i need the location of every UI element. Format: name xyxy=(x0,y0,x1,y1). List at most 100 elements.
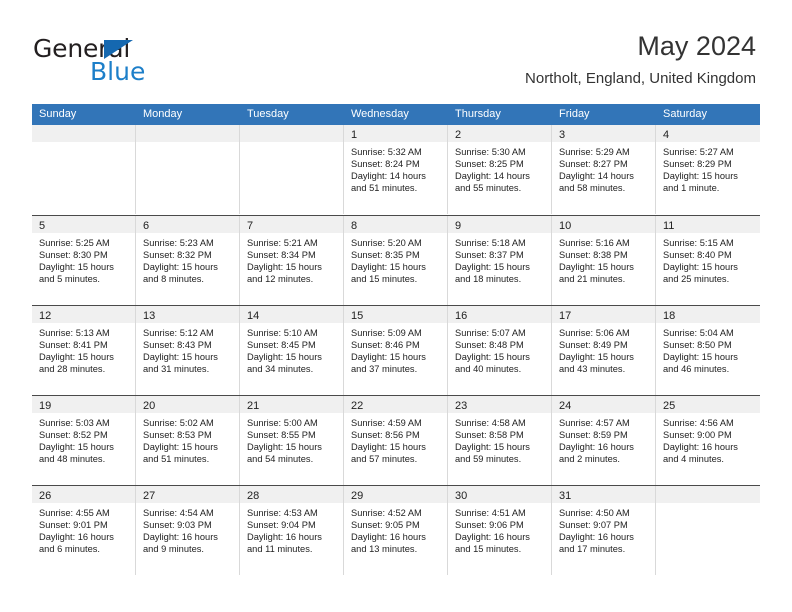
day-details: Sunrise: 5:25 AM Sunset: 8:30 PM Daylight:… xyxy=(32,233,135,285)
day-number: 7 xyxy=(247,220,254,232)
calendar-day-cell[interactable]: 17 Sunrise: 5:06 AM Sunset: 8:49 PM Dayligh… xyxy=(552,306,656,395)
calendar-day-cell[interactable]: 1 Sunrise: 5:32 AM Sunset: 8:24 PM Daylight… xyxy=(344,125,448,214)
calendar-day-cell[interactable]: 18 Sunrise: 5:04 AM Sunset: 8:50 PM Dayligh… xyxy=(656,306,760,395)
day-details: Sunrise: 5:15 AM Sunset: 8:40 PM Daylight:… xyxy=(656,233,760,285)
day-number: 1 xyxy=(351,129,358,141)
calendar-day-cell[interactable]: 12 Sunrise: 5:13 AM Sunset: 8:41 PM Dayligh… xyxy=(32,306,136,395)
calendar-day-cell[interactable]: 5 Sunrise: 5:25 AM Sunset: 8:30 PM Daylight… xyxy=(32,216,136,305)
calendar-page: General Blue May 2024 Northolt, England,… xyxy=(0,0,792,612)
day-number-bar: 12 xyxy=(32,306,135,323)
sunset-text: Sunset: 8:45 PM xyxy=(247,340,316,351)
sunset-text: Sunset: 8:38 PM xyxy=(559,250,628,261)
sunset-text: Sunset: 9:05 PM xyxy=(351,520,420,531)
daylight-text: Daylight: 15 hours and 21 minutes. xyxy=(559,262,634,285)
calendar-day-cell[interactable]: 10 Sunrise: 5:16 AM Sunset: 8:38 PM Dayligh… xyxy=(552,216,656,305)
calendar-day-cell[interactable]: 25 Sunrise: 4:56 AM Sunset: 9:00 PM Dayligh… xyxy=(656,396,760,485)
day-details: Sunrise: 4:59 AM Sunset: 8:56 PM Daylight:… xyxy=(344,413,447,465)
day-number: 13 xyxy=(143,310,156,322)
calendar-day-cell-empty xyxy=(656,486,760,575)
day-number: 28 xyxy=(247,490,260,502)
sunset-text: Sunset: 9:01 PM xyxy=(39,520,108,531)
sunrise-text: Sunrise: 4:59 AM xyxy=(351,418,422,428)
daylight-text: Daylight: 15 hours and 57 minutes. xyxy=(351,442,426,465)
day-details: Sunrise: 5:32 AM Sunset: 8:24 PM Daylight:… xyxy=(344,142,447,194)
day-details: Sunrise: 5:02 AM Sunset: 8:53 PM Daylight:… xyxy=(136,413,239,465)
calendar-day-cell[interactable]: 30 Sunrise: 4:51 AM Sunset: 9:06 PM Dayligh… xyxy=(448,486,552,575)
day-number: 26 xyxy=(39,490,52,502)
page-header: General Blue May 2024 Northolt, England,… xyxy=(0,0,792,100)
calendar-day-cell[interactable]: 19 Sunrise: 5:03 AM Sunset: 8:52 PM Dayligh… xyxy=(32,396,136,485)
calendar-day-cell[interactable]: 3 Sunrise: 5:29 AM Sunset: 8:27 PM Daylight… xyxy=(552,125,656,214)
sunrise-text: Sunrise: 5:30 AM xyxy=(455,147,526,157)
calendar-day-cell[interactable]: 2 Sunrise: 5:30 AM Sunset: 8:25 PM Daylight… xyxy=(448,125,552,214)
sunset-text: Sunset: 8:46 PM xyxy=(351,340,420,351)
calendar-week-row: 26 Sunrise: 4:55 AM Sunset: 9:01 PM Dayligh… xyxy=(32,485,760,575)
calendar-day-cell-empty xyxy=(240,125,344,214)
day-number-bar xyxy=(32,125,135,142)
calendar-day-cell[interactable]: 14 Sunrise: 5:10 AM Sunset: 8:45 PM Dayligh… xyxy=(240,306,344,395)
calendar-day-cell[interactable]: 21 Sunrise: 5:00 AM Sunset: 8:55 PM Dayligh… xyxy=(240,396,344,485)
day-number: 8 xyxy=(351,220,358,232)
day-number-bar: 4 xyxy=(656,125,760,142)
sunrise-text: Sunrise: 5:21 AM xyxy=(247,238,318,248)
calendar-day-cell[interactable]: 16 Sunrise: 5:07 AM Sunset: 8:48 PM Dayligh… xyxy=(448,306,552,395)
day-number-bar: 17 xyxy=(552,306,655,323)
day-details: Sunrise: 4:58 AM Sunset: 8:58 PM Daylight:… xyxy=(448,413,551,465)
day-number-bar: 20 xyxy=(136,396,239,413)
sunset-text: Sunset: 9:04 PM xyxy=(247,520,316,531)
calendar-day-cell[interactable]: 29 Sunrise: 4:52 AM Sunset: 9:05 PM Dayligh… xyxy=(344,486,448,575)
sunset-text: Sunset: 8:27 PM xyxy=(559,159,628,170)
calendar-day-cell[interactable]: 4 Sunrise: 5:27 AM Sunset: 8:29 PM Daylight… xyxy=(656,125,760,214)
day-number: 19 xyxy=(39,400,52,412)
sunrise-text: Sunrise: 5:32 AM xyxy=(351,147,422,157)
sunrise-text: Sunrise: 4:52 AM xyxy=(351,508,422,518)
calendar-day-cell[interactable]: 8 Sunrise: 5:20 AM Sunset: 8:35 PM Daylight… xyxy=(344,216,448,305)
day-number-bar: 19 xyxy=(32,396,135,413)
calendar-day-cell[interactable]: 31 Sunrise: 4:50 AM Sunset: 9:07 PM Dayligh… xyxy=(552,486,656,575)
calendar-day-cell[interactable]: 6 Sunrise: 5:23 AM Sunset: 8:32 PM Daylight… xyxy=(136,216,240,305)
sunrise-text: Sunrise: 4:57 AM xyxy=(559,418,630,428)
calendar-day-cell[interactable]: 9 Sunrise: 5:18 AM Sunset: 8:37 PM Daylight… xyxy=(448,216,552,305)
daylight-text: Daylight: 16 hours and 9 minutes. xyxy=(143,532,218,555)
day-number-bar: 30 xyxy=(448,486,551,503)
sunrise-text: Sunrise: 5:12 AM xyxy=(143,328,214,338)
calendar-day-cell[interactable]: 11 Sunrise: 5:15 AM Sunset: 8:40 PM Dayligh… xyxy=(656,216,760,305)
day-number: 21 xyxy=(247,400,260,412)
day-details: Sunrise: 5:23 AM Sunset: 8:32 PM Daylight:… xyxy=(136,233,239,285)
calendar-day-cell[interactable]: 24 Sunrise: 4:57 AM Sunset: 8:59 PM Dayligh… xyxy=(552,396,656,485)
day-number-bar: 28 xyxy=(240,486,343,503)
calendar-day-cell[interactable]: 7 Sunrise: 5:21 AM Sunset: 8:34 PM Daylight… xyxy=(240,216,344,305)
sunrise-text: Sunrise: 5:04 AM xyxy=(663,328,734,338)
calendar-day-cell[interactable]: 23 Sunrise: 4:58 AM Sunset: 8:58 PM Dayligh… xyxy=(448,396,552,485)
sunrise-text: Sunrise: 5:27 AM xyxy=(663,147,734,157)
day-number-bar: 8 xyxy=(344,216,447,233)
sunrise-text: Sunrise: 4:51 AM xyxy=(455,508,526,518)
sunset-text: Sunset: 8:43 PM xyxy=(143,340,212,351)
day-details: Sunrise: 5:21 AM Sunset: 8:34 PM Daylight:… xyxy=(240,233,343,285)
daylight-text: Daylight: 16 hours and 17 minutes. xyxy=(559,532,634,555)
sunrise-text: Sunrise: 5:06 AM xyxy=(559,328,630,338)
day-number-bar: 18 xyxy=(656,306,760,323)
sunset-text: Sunset: 8:55 PM xyxy=(247,430,316,441)
calendar-day-cell[interactable]: 22 Sunrise: 4:59 AM Sunset: 8:56 PM Dayligh… xyxy=(344,396,448,485)
day-details: Sunrise: 5:30 AM Sunset: 8:25 PM Daylight:… xyxy=(448,142,551,194)
daylight-text: Daylight: 16 hours and 11 minutes. xyxy=(247,532,322,555)
daylight-text: Daylight: 15 hours and 37 minutes. xyxy=(351,352,426,375)
calendar-day-cell[interactable]: 15 Sunrise: 5:09 AM Sunset: 8:46 PM Dayligh… xyxy=(344,306,448,395)
sunrise-text: Sunrise: 5:02 AM xyxy=(143,418,214,428)
daylight-text: Daylight: 15 hours and 59 minutes. xyxy=(455,442,530,465)
day-details: Sunrise: 5:20 AM Sunset: 8:35 PM Daylight:… xyxy=(344,233,447,285)
day-number: 4 xyxy=(663,129,670,141)
weekday-header-saturday: Saturday xyxy=(663,108,708,120)
calendar-day-cell[interactable]: 26 Sunrise: 4:55 AM Sunset: 9:01 PM Dayligh… xyxy=(32,486,136,575)
calendar-day-cell[interactable]: 28 Sunrise: 4:53 AM Sunset: 9:04 PM Dayligh… xyxy=(240,486,344,575)
sunrise-text: Sunrise: 5:18 AM xyxy=(455,238,526,248)
day-number-bar: 22 xyxy=(344,396,447,413)
calendar-day-cell[interactable]: 20 Sunrise: 5:02 AM Sunset: 8:53 PM Dayligh… xyxy=(136,396,240,485)
calendar-day-cell[interactable]: 13 Sunrise: 5:12 AM Sunset: 8:43 PM Dayligh… xyxy=(136,306,240,395)
sunrise-text: Sunrise: 5:10 AM xyxy=(247,328,318,338)
day-number-bar: 6 xyxy=(136,216,239,233)
sunset-text: Sunset: 8:30 PM xyxy=(39,250,108,261)
calendar-day-cell[interactable]: 27 Sunrise: 4:54 AM Sunset: 9:03 PM Dayligh… xyxy=(136,486,240,575)
general-blue-logo[interactable]: General Blue xyxy=(33,36,243,86)
